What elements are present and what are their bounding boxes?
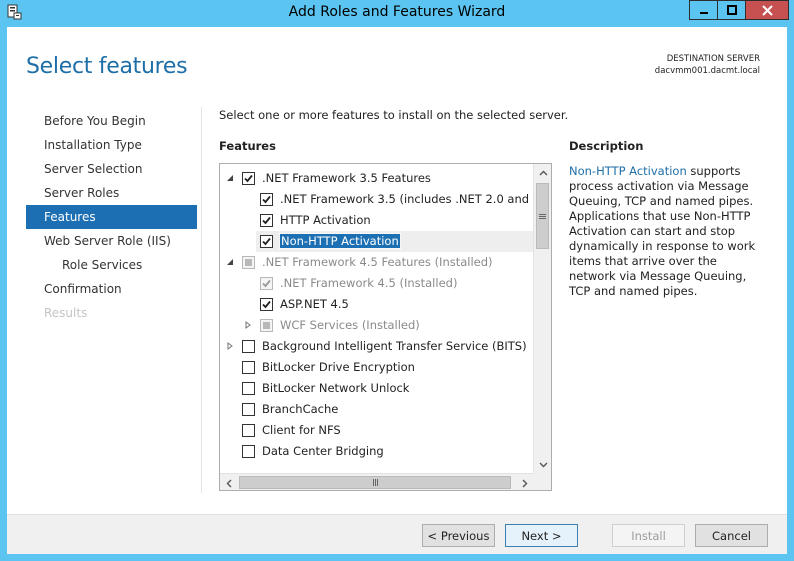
nav-item-web-server-role-iis[interactable]: Web Server Role (IIS) bbox=[26, 229, 197, 253]
maximize-icon bbox=[726, 5, 737, 15]
feature-checkbox[interactable] bbox=[242, 382, 255, 395]
feature-label: Non-HTTP Activation bbox=[279, 233, 401, 249]
destination-server-name: dacvmm001.dacmt.local bbox=[654, 66, 760, 76]
feature-label: ASP.NET 4.5 bbox=[280, 297, 349, 311]
features-list: .NET Framework 3.5 Features .NET Framewor… bbox=[220, 164, 533, 473]
horizontal-scrollbar[interactable] bbox=[220, 473, 533, 490]
expanded-triangle-icon[interactable] bbox=[225, 173, 235, 183]
nav-item-installation-type[interactable]: Installation Type bbox=[26, 133, 197, 157]
wizard-window: Add Roles and Features Wizard Select fea… bbox=[0, 0, 794, 561]
scroll-down-button[interactable] bbox=[535, 456, 551, 473]
grip-icon bbox=[539, 213, 546, 219]
nav-item-before-you-begin[interactable]: Before You Begin bbox=[26, 109, 197, 133]
feature-checkbox[interactable] bbox=[260, 235, 273, 248]
feature-row[interactable]: Non-HTTP Activation bbox=[256, 231, 533, 252]
feature-checkbox[interactable] bbox=[242, 361, 255, 374]
minimize-button[interactable] bbox=[689, 0, 717, 20]
maximize-button[interactable] bbox=[717, 0, 745, 20]
feature-checkbox[interactable] bbox=[242, 424, 255, 437]
nav-divider bbox=[201, 107, 202, 493]
description-text: Non-HTTP Activation supports process act… bbox=[569, 164, 761, 299]
feature-checkbox[interactable] bbox=[242, 172, 255, 185]
cancel-button[interactable]: Cancel bbox=[695, 524, 768, 547]
feature-checkbox bbox=[260, 277, 273, 290]
nav-item-confirmation[interactable]: Confirmation bbox=[26, 277, 197, 301]
features-tree[interactable]: .NET Framework 3.5 Features .NET Framewor… bbox=[219, 163, 552, 491]
feature-checkbox bbox=[260, 319, 273, 332]
feature-checkbox[interactable] bbox=[260, 193, 273, 206]
nav-item-features[interactable]: Features bbox=[26, 205, 197, 229]
features-heading: Features bbox=[219, 139, 276, 153]
collapsed-triangle-icon[interactable] bbox=[225, 341, 235, 351]
vertical-scrollbar[interactable] bbox=[533, 164, 551, 473]
grip-icon bbox=[372, 479, 378, 486]
feature-label: BranchCache bbox=[262, 402, 339, 416]
feature-checkbox bbox=[242, 256, 255, 269]
description-feature-link[interactable]: Non-HTTP Activation bbox=[569, 164, 687, 178]
feature-label: .NET Framework 3.5 Features bbox=[262, 171, 431, 185]
scroll-right-button[interactable] bbox=[516, 475, 533, 490]
nav-item-server-roles[interactable]: Server Roles bbox=[26, 181, 197, 205]
feature-label: BitLocker Drive Encryption bbox=[262, 360, 415, 374]
feature-label: .NET Framework 4.5 Features (Installed) bbox=[262, 255, 493, 269]
feature-label: Background Intelligent Transfer Service … bbox=[262, 339, 527, 353]
description-body: supports process activation via Message … bbox=[569, 164, 756, 298]
vertical-scroll-thumb[interactable] bbox=[536, 183, 549, 249]
close-icon bbox=[761, 4, 773, 16]
minimize-icon bbox=[699, 12, 708, 14]
scroll-left-button[interactable] bbox=[220, 475, 237, 490]
feature-label: HTTP Activation bbox=[280, 213, 371, 227]
feature-checkbox[interactable] bbox=[242, 340, 255, 353]
feature-checkbox[interactable] bbox=[260, 298, 273, 311]
wizard-content: Select features DESTINATION SERVER dacvm… bbox=[7, 27, 787, 554]
chevron-left-icon bbox=[226, 479, 231, 487]
feature-label: .NET Framework 3.5 (includes .NET 2.0 an… bbox=[280, 192, 533, 206]
next-button[interactable]: Next > bbox=[505, 524, 578, 547]
feature-label: Data Center Bridging bbox=[262, 444, 384, 458]
chevron-right-icon bbox=[522, 479, 527, 487]
feature-label: Client for NFS bbox=[262, 423, 341, 437]
instruction-text: Select one or more features to install o… bbox=[219, 108, 569, 122]
feature-checkbox[interactable] bbox=[242, 445, 255, 458]
nav-item-server-selection[interactable]: Server Selection bbox=[26, 157, 197, 181]
chevron-down-icon bbox=[539, 462, 547, 467]
feature-label: BitLocker Network Unlock bbox=[262, 381, 410, 395]
nav-item-results: Results bbox=[44, 306, 88, 320]
wizard-footer: < Previous Next > Install Cancel bbox=[7, 514, 787, 554]
destination-server-label: DESTINATION SERVER bbox=[666, 54, 760, 64]
collapsed-triangle-icon[interactable] bbox=[243, 320, 253, 330]
install-button: Install bbox=[612, 524, 685, 547]
horizontal-scroll-thumb[interactable] bbox=[239, 476, 511, 489]
feature-label: WCF Services (Installed) bbox=[280, 318, 420, 332]
expanded-triangle-icon[interactable] bbox=[225, 257, 235, 267]
page-title: Select features bbox=[26, 54, 188, 79]
description-heading: Description bbox=[569, 139, 644, 153]
nav-item-role-services[interactable]: Role Services bbox=[26, 253, 197, 277]
wizard-nav: Before You Begin Installation Type Server … bbox=[26, 109, 197, 325]
previous-button[interactable]: < Previous bbox=[422, 524, 495, 547]
close-button[interactable] bbox=[745, 0, 789, 20]
scrollbar-corner bbox=[533, 473, 551, 490]
feature-checkbox[interactable] bbox=[242, 403, 255, 416]
feature-label: .NET Framework 4.5 (Installed) bbox=[280, 276, 458, 290]
window-title: Add Roles and Features Wizard bbox=[288, 4, 506, 20]
feature-checkbox[interactable] bbox=[260, 214, 273, 227]
title-bar[interactable]: Add Roles and Features Wizard bbox=[0, 0, 794, 27]
scroll-up-button[interactable] bbox=[535, 164, 551, 181]
chevron-up-icon bbox=[539, 170, 547, 175]
